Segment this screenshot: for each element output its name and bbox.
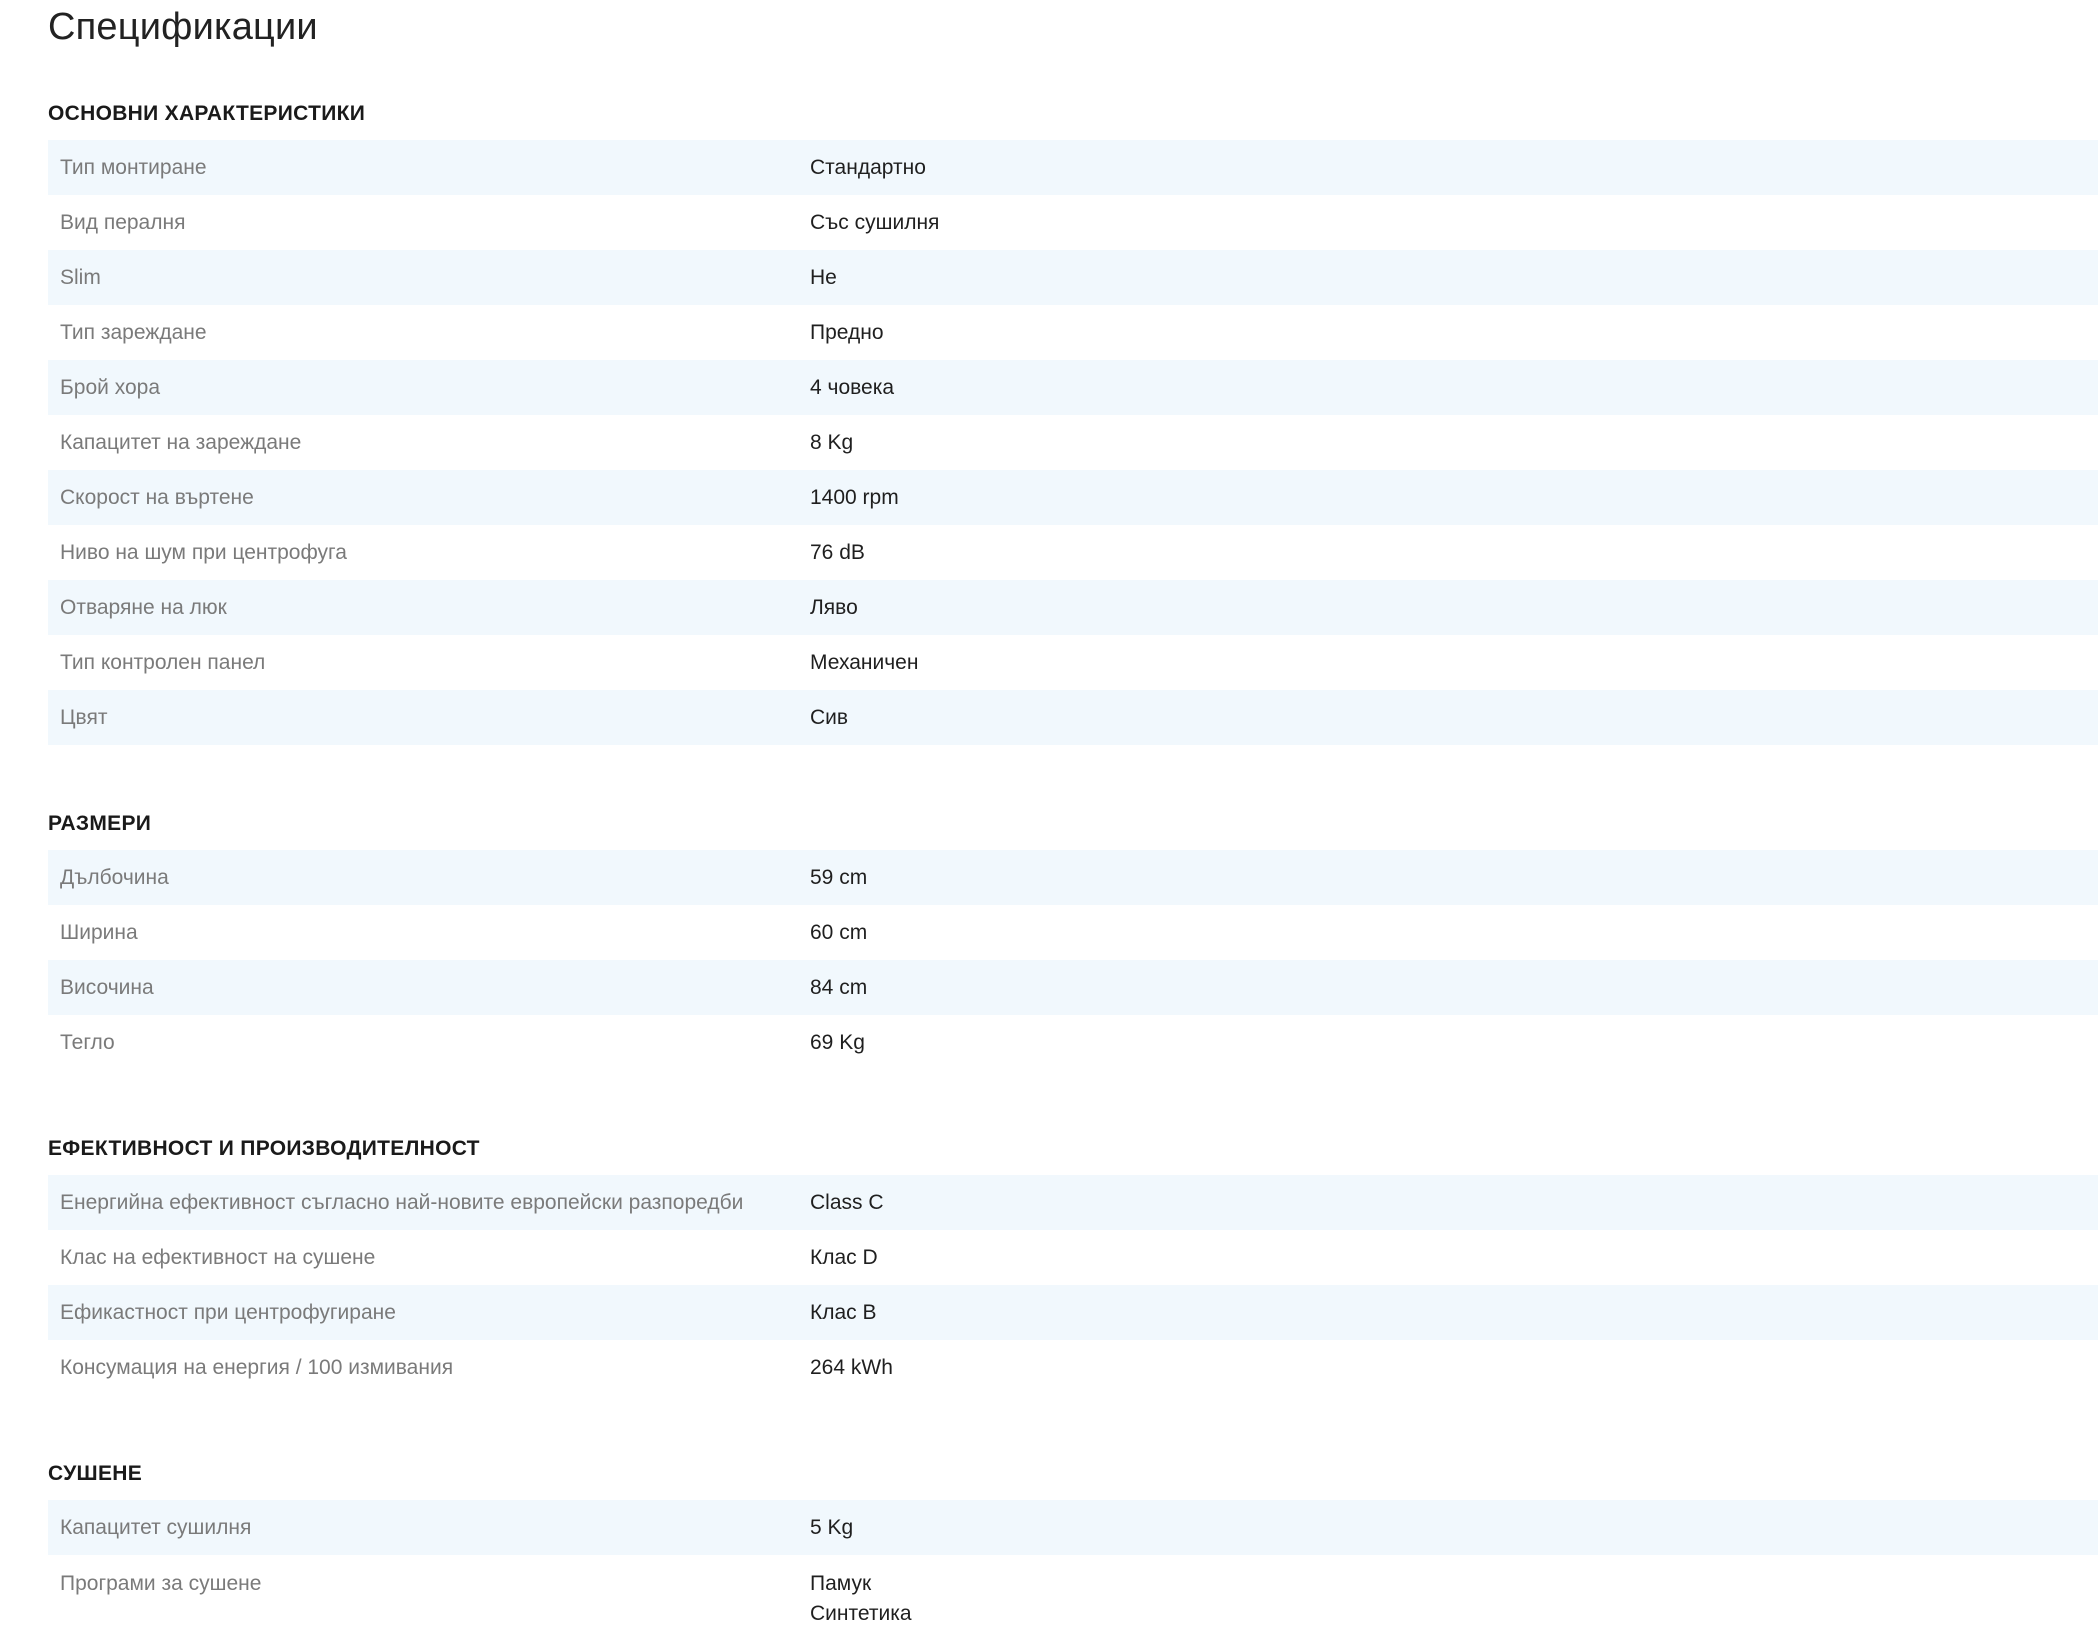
spec-table: Тип монтиране Стандартно Вид пералня Със… (48, 140, 2098, 745)
table-row: Вид пералня Със сушилня (48, 195, 2098, 250)
section-title: СУШЕНЕ (48, 1462, 143, 1485)
spec-table: Енергийна ефективност съгласно най-новит… (48, 1175, 2098, 1395)
spec-value: Клас D (810, 1245, 878, 1269)
spec-value: 8 Kg (810, 430, 854, 454)
table-row: Тип зареждане Предно (48, 305, 2098, 360)
table-row: Тегло 69 Kg (48, 1015, 2098, 1070)
spec-label: Slim (48, 250, 810, 305)
spec-value: 59 cm (810, 850, 2098, 905)
spec-value: 69 Kg (810, 1030, 865, 1054)
table-row: Клас на ефективност на сушене Клас D (48, 1230, 2098, 1285)
table-row: Ниво на шум при центрофуга 76 dB (48, 525, 2098, 580)
spec-value: Стандартно (810, 140, 2098, 195)
spec-value: Памук (810, 1572, 872, 1595)
spec-label: Клас на ефективност на сушене (60, 1245, 376, 1269)
spec-label: Ефикастност при центрофугиране (48, 1285, 810, 1340)
spec-label: Дълбочина (48, 850, 810, 905)
table-row: Цвят Сив (48, 690, 2098, 745)
page-title: Спецификации (48, 6, 318, 48)
section-title: ЕФЕКТИВНОСТ И ПРОИЗВОДИТЕЛНОСТ (48, 1137, 480, 1160)
spec-value: 60 cm (810, 920, 868, 944)
spec-value: Механичен (810, 650, 919, 674)
spec-value: 5 Kg (810, 1500, 2098, 1555)
spec-label: Тип монтиране (48, 140, 810, 195)
spec-value: 1400 rpm (810, 470, 2098, 525)
spec-table: Дълбочина 59 cm Ширина 60 cm Височина 84… (48, 850, 2098, 1070)
table-row: Брой хора 4 човека (48, 360, 2098, 415)
table-row: Програми за сушене Памук Синтетика (48, 1555, 2098, 1629)
spec-label: Тегло (60, 1030, 115, 1054)
spec-label: Енергийна ефективност съгласно най-новит… (48, 1175, 810, 1230)
spec-label: Програми за сушене (60, 1572, 262, 1595)
table-row: Ширина 60 cm (48, 905, 2098, 960)
table-row: Височина 84 cm (48, 960, 2098, 1015)
table-row: Консумация на енергия / 100 измивания 26… (48, 1340, 2098, 1395)
spec-value: Предно (810, 320, 884, 344)
table-row: Ефикастност при центрофугиране Клас B (48, 1285, 2098, 1340)
spec-label: Тип зареждане (60, 320, 207, 344)
spec-value: 4 човека (810, 360, 2098, 415)
spec-label: Ширина (60, 920, 138, 944)
spec-label: Брой хора (48, 360, 810, 415)
spec-label: Вид пералня (60, 210, 186, 234)
spec-value: 84 cm (810, 960, 2098, 1015)
section-dimensions: РАЗМЕРИ Дълбочина 59 cm Ширина 60 cm Вис… (48, 798, 2098, 1070)
table-row: Отваряне на люк Ляво (48, 580, 2098, 635)
table-row: Енергийна ефективност съгласно най-новит… (48, 1175, 2098, 1230)
section-title: РАЗМЕРИ (48, 812, 152, 835)
section-efficiency-performance: ЕФЕКТИВНОСТ И ПРОИЗВОДИТЕЛНОСТ Енергийна… (48, 1123, 2098, 1395)
table-row: Капацитет на зареждане 8 Kg (48, 415, 2098, 470)
specifications-page: Спецификации ОСНОВНИ ХАРАКТЕРИСТИКИ Тип … (0, 0, 2098, 1645)
spec-table: Капацитет сушилня 5 Kg Програми за сушен… (48, 1500, 2098, 1629)
table-row: Тип контролен панел Механичен (48, 635, 2098, 690)
spec-value: 264 kWh (810, 1355, 893, 1379)
spec-value: Със сушилня (810, 210, 940, 234)
table-row: Скорост на въртене 1400 rpm (48, 470, 2098, 525)
table-row: Тип монтиране Стандартно (48, 140, 2098, 195)
spec-label: Цвят (48, 690, 810, 745)
spec-value: Синтетика (810, 1602, 912, 1625)
table-row: Капацитет сушилня 5 Kg (48, 1500, 2098, 1555)
table-row: Slim Не (48, 250, 2098, 305)
spec-label: Консумация на енергия / 100 измивания (60, 1355, 454, 1379)
spec-value: Клас B (810, 1285, 2098, 1340)
spec-label: Отваряне на люк (48, 580, 810, 635)
spec-label: Височина (48, 960, 810, 1015)
spec-value: Не (810, 250, 2098, 305)
section-title: ОСНОВНИ ХАРАКТЕРИСТИКИ (48, 102, 366, 125)
spec-value: Сив (810, 690, 2098, 745)
spec-label: Ниво на шум при центрофуга (60, 540, 347, 564)
spec-value: Ляво (810, 580, 2098, 635)
section-drying: СУШЕНЕ Капацитет сушилня 5 Kg Програми з… (48, 1448, 2098, 1629)
spec-value-list: Памук Синтетика (810, 1555, 2098, 1629)
section-main-characteristics: ОСНОВНИ ХАРАКТЕРИСТИКИ Тип монтиране Ста… (48, 88, 2098, 745)
spec-label: Тип контролен панел (60, 650, 266, 674)
spec-label: Капацитет сушилня (48, 1500, 810, 1555)
spec-value: Class C (810, 1175, 2098, 1230)
table-row: Дълбочина 59 cm (48, 850, 2098, 905)
spec-label: Капацитет на зареждане (60, 430, 302, 454)
spec-label: Скорост на въртене (48, 470, 810, 525)
spec-value: 76 dB (810, 540, 865, 564)
